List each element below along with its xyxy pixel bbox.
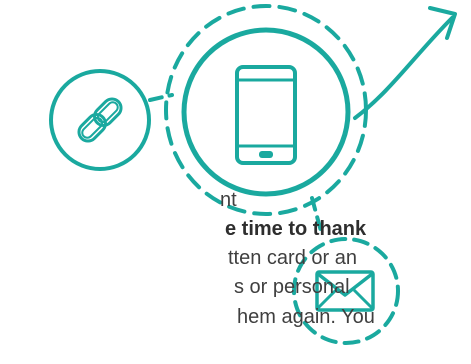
connector-link bbox=[148, 93, 174, 102]
link-icon bbox=[77, 97, 123, 143]
phone-node bbox=[164, 4, 368, 216]
illustration bbox=[49, 4, 457, 345]
link-node bbox=[49, 69, 151, 171]
arrow-icon bbox=[353, 16, 454, 120]
arrow-head bbox=[428, 6, 457, 40]
mail-node bbox=[292, 237, 400, 345]
phone-icon bbox=[235, 65, 297, 165]
mail-icon bbox=[315, 270, 375, 312]
